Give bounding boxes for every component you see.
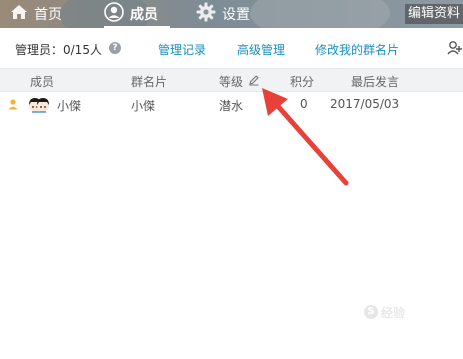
- table-row[interactable]: 小傑 小傑 潜水 0 2017/05/03: [0, 92, 463, 118]
- avatar[interactable]: [28, 95, 50, 118]
- column-last-speak[interactable]: 最后发言: [351, 73, 399, 90]
- add-member-icon[interactable]: [447, 40, 463, 59]
- tab-settings-label: 设置: [222, 7, 250, 23]
- edit-my-card-link[interactable]: 修改我的群名片: [315, 41, 399, 58]
- member-level: 潜水: [219, 99, 244, 113]
- advanced-manage-link[interactable]: 高级管理: [237, 41, 285, 58]
- tab-home-label: 首页: [34, 7, 62, 23]
- tab-home[interactable]: 首页: [10, 0, 62, 28]
- help-icon[interactable]: ?: [109, 42, 121, 54]
- admin-count-label: 管理员：0/15人: [15, 43, 102, 57]
- top-tab-bar: 首页 成员 设置 编辑资料: [0, 0, 463, 28]
- member-group-card: 小傑: [131, 99, 156, 113]
- background-blur: [250, 0, 390, 28]
- group-owner-icon: [7, 98, 19, 113]
- manage-log-link[interactable]: 管理记录: [158, 41, 206, 58]
- home-icon: [10, 4, 28, 24]
- column-level[interactable]: 等级: [219, 73, 243, 90]
- member-name: 小傑: [57, 99, 82, 113]
- column-points[interactable]: 积分: [290, 73, 314, 90]
- member-points: 0: [300, 97, 308, 111]
- column-group-card[interactable]: 群名片: [131, 73, 167, 90]
- member-table-header: 成员 群名片 等级 积分 最后发言: [0, 68, 463, 92]
- tab-members-label: 成员: [130, 7, 158, 23]
- member-toolbar: 管理员：0/15人 ? 管理记录 高级管理 修改我的群名片: [0, 38, 463, 60]
- active-tab-indicator: [104, 26, 170, 28]
- gear-icon: [196, 2, 216, 26]
- watermark-text: 经验: [381, 305, 406, 320]
- member-last-speak: 2017/05/03: [330, 97, 400, 111]
- user-circle-icon: [104, 2, 124, 26]
- column-member[interactable]: 成员: [30, 73, 54, 90]
- tab-settings[interactable]: 设置: [196, 0, 250, 28]
- watermark-logo-icon: S: [364, 305, 378, 319]
- watermark: S 经验: [364, 303, 405, 321]
- edit-profile-button[interactable]: 编辑资料: [404, 4, 463, 24]
- pencil-icon[interactable]: [248, 74, 260, 89]
- tab-members[interactable]: 成员: [104, 0, 158, 28]
